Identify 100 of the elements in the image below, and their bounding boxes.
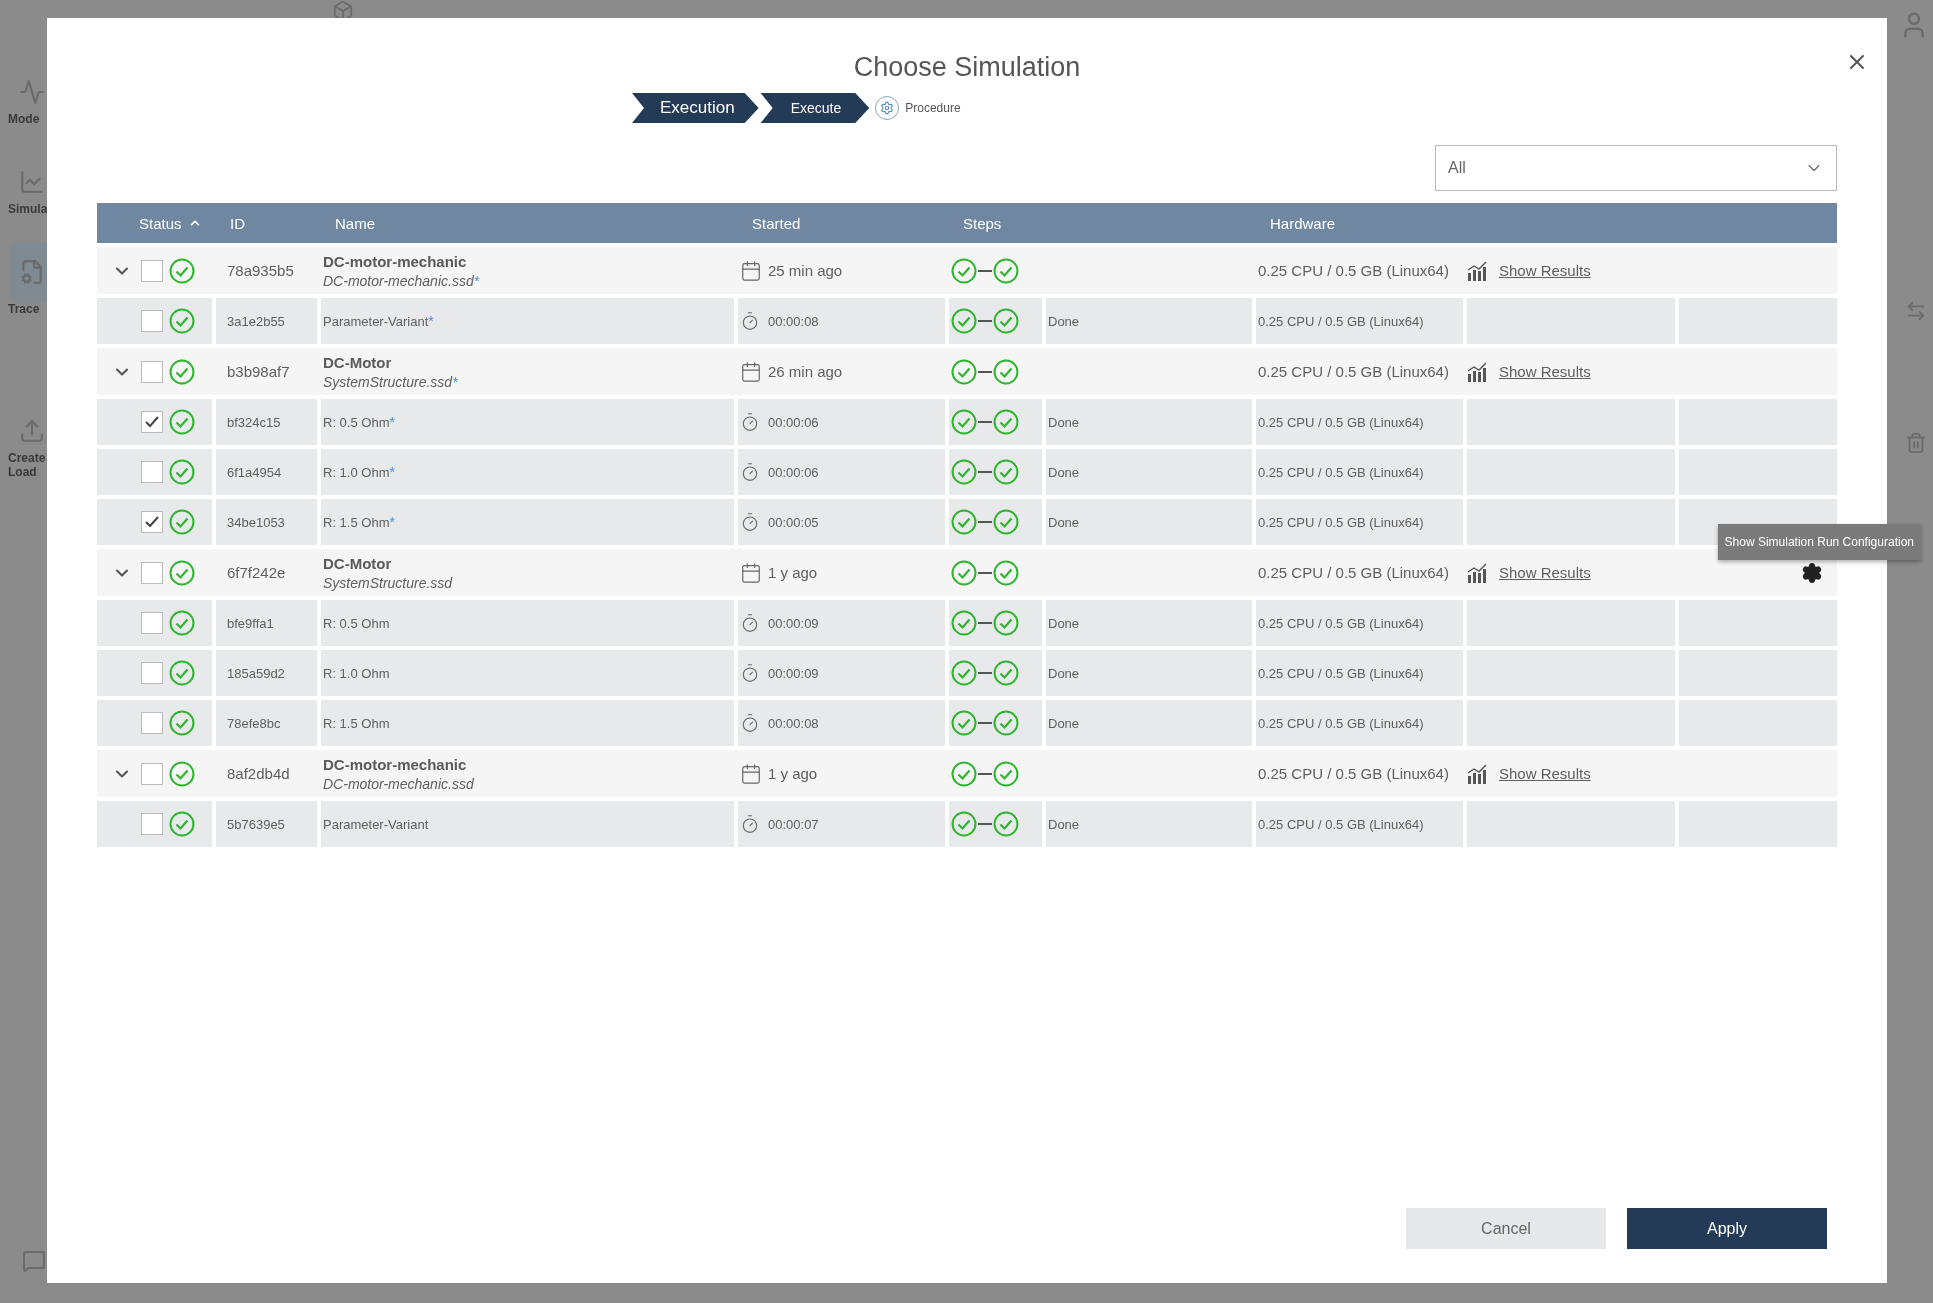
row-checkbox[interactable]: [141, 762, 163, 785]
id-cell: 3a1e2b55: [227, 313, 285, 329]
started-cell: 1 y ago: [768, 765, 818, 782]
started-cell: 1 y ago: [768, 564, 818, 581]
row-checkbox[interactable]: [141, 712, 163, 734]
apply-button[interactable]: Apply: [1627, 1208, 1827, 1249]
child-row[interactable]: 78efe8bc R: 1.5 Ohm 00:00:08 Done 0.25 CPU / 0.5 GB (Linux64): [97, 700, 1837, 746]
stopwatch-icon: [740, 814, 760, 834]
row-checkbox[interactable]: [141, 461, 163, 483]
row-checkbox[interactable]: [141, 662, 163, 684]
column-header[interactable]: Hardware: [1256, 214, 1837, 232]
child-row[interactable]: bf324c15 R: 0.5 Ohm* 00:00:06 Done 0.25 CPU / 0.5 GB (Linux64): [97, 399, 1837, 445]
name-cell: R: 1.0 Ohm: [323, 665, 390, 681]
hardware-cell: 0.25 CPU / 0.5 GB (Linux64): [1258, 414, 1424, 430]
stopwatch-icon: [740, 613, 760, 633]
group-row[interactable]: 8af2db4d DC-motor-mechanic DC-motor-mechanic.ssd 1 y ago 0.25 CPU / 0.5 GB (Linux64) Show Results: [97, 750, 1837, 797]
name-cell: Parameter-Variant*: [323, 313, 434, 329]
step-connector: [978, 722, 992, 724]
breadcrumb-step[interactable]: Procedure: [875, 96, 961, 120]
file-name: DC-motor-mechanic.ssd*: [323, 272, 480, 289]
step-connector: [978, 370, 992, 373]
row-checkbox[interactable]: [141, 259, 163, 282]
name-cell: R: 1.5 Ohm: [323, 715, 390, 731]
row-checkbox[interactable]: [141, 411, 163, 433]
row-checkbox[interactable]: [141, 813, 163, 835]
child-row[interactable]: bfe9ffa1 R: 0.5 Ohm 00:00:09 Done 0.25 CPU / 0.5 GB (Linux64): [97, 600, 1837, 646]
state-cell: Done: [1048, 464, 1080, 480]
column-header[interactable]: Status: [97, 214, 212, 232]
child-row[interactable]: 3a1e2b55 Parameter-Variant* 00:00:08 Done 0.25 CPU / 0.5 GB (Linux64): [97, 298, 1837, 344]
column-header[interactable]: Started: [738, 214, 945, 232]
row-checkbox[interactable]: [141, 511, 163, 533]
stopwatch-icon: [740, 713, 760, 733]
state-cell: Done: [1048, 665, 1080, 681]
column-header[interactable]: Name: [321, 214, 734, 232]
group-row[interactable]: 78a935b5 DC-motor-mechanic DC-motor-mechanic.ssd* 25 min ago 0.25 CPU / 0.5 GB (Linux64) Show Results: [97, 247, 1837, 294]
checkmark-icon: [145, 416, 159, 428]
settings-icon[interactable]: [1801, 561, 1823, 584]
step-connector: [978, 471, 992, 473]
step-connector: [978, 823, 992, 825]
name-cell: R: 0.5 Ohm*: [323, 414, 395, 430]
step-connector: [978, 521, 992, 523]
child-row[interactable]: 6f1a4954 R: 1.0 Ohm* 00:00:06 Done 0.25 CPU / 0.5 GB (Linux64): [97, 449, 1837, 495]
id-cell: 5b7639e5: [227, 816, 285, 832]
id-cell: bf324c15: [227, 414, 281, 430]
hardware-cell: 0.25 CPU / 0.5 GB (Linux64): [1258, 363, 1449, 380]
show-results-link[interactable]: Show Results: [1498, 262, 1591, 279]
show-results-link[interactable]: Show Results: [1498, 564, 1591, 581]
state-cell: Done: [1048, 615, 1080, 631]
show-results-link[interactable]: Show Results: [1498, 765, 1591, 782]
breadcrumb-step[interactable]: Execute: [760, 93, 870, 123]
show-results-link[interactable]: Show Results: [1498, 363, 1591, 380]
chart-icon[interactable]: [1466, 361, 1487, 382]
row-checkbox[interactable]: [141, 360, 163, 383]
step-connector: [978, 622, 992, 624]
hardware-cell: 0.25 CPU / 0.5 GB (Linux64): [1258, 262, 1449, 279]
hardware-cell: 0.25 CPU / 0.5 GB (Linux64): [1258, 313, 1424, 329]
id-cell: 185a59d2: [227, 665, 285, 681]
stopwatch-icon: [740, 462, 760, 482]
cancel-button[interactable]: Cancel: [1406, 1208, 1606, 1249]
state-cell: Done: [1048, 414, 1080, 430]
nav-label[interactable]: Trace: [0, 302, 40, 316]
id-cell: bfe9ffa1: [227, 615, 274, 631]
nav-label[interactable]: Simula: [0, 202, 48, 216]
name-cell: R: 1.0 Ohm*: [323, 464, 395, 480]
column-header[interactable]: ID: [216, 214, 317, 232]
duration-cell: 00:00:06: [768, 414, 819, 430]
hardware-cell: 0.25 CPU / 0.5 GB (Linux64): [1258, 816, 1424, 832]
state-cell: Done: [1048, 313, 1080, 329]
nav-label[interactable]: Create: [0, 451, 46, 465]
duration-cell: 00:00:06: [768, 464, 819, 480]
id-cell: 78efe8bc: [227, 715, 281, 731]
calendar-icon: [740, 259, 762, 282]
nav-label[interactable]: Mode: [0, 112, 40, 126]
chart-icon[interactable]: [1466, 260, 1487, 281]
row-checkbox[interactable]: [141, 612, 163, 634]
hardware-cell: 0.25 CPU / 0.5 GB (Linux64): [1258, 564, 1449, 581]
child-row[interactable]: 185a59d2 R: 1.0 Ohm 00:00:09 Done 0.25 CPU / 0.5 GB (Linux64): [97, 650, 1837, 696]
child-row[interactable]: 5b7639e5 Parameter-Variant 00:00:07 Done 0.25 CPU / 0.5 GB (Linux64): [97, 801, 1837, 847]
id-cell: 78a935b5: [227, 262, 294, 279]
row-checkbox[interactable]: [141, 310, 163, 332]
stopwatch-icon: [740, 412, 760, 432]
filter-dropdown[interactable]: All: [1435, 145, 1837, 191]
duration-cell: 00:00:08: [768, 313, 819, 329]
column-header[interactable]: Steps: [949, 214, 1252, 232]
started-cell: 26 min ago: [768, 363, 843, 380]
group-row[interactable]: b3b98af7 DC-Motor SystemStructure.ssd* 26 min ago 0.25 CPU / 0.5 GB (Linux64) Show Results: [97, 348, 1837, 395]
hardware-cell: 0.25 CPU / 0.5 GB (Linux64): [1258, 615, 1424, 631]
duration-cell: 00:00:08: [768, 715, 819, 731]
chart-icon[interactable]: [1466, 763, 1487, 784]
simulation-name: DC-Motor: [323, 353, 393, 371]
file-name: SystemStructure.ssd: [323, 574, 453, 591]
step-connector: [978, 672, 992, 674]
id-cell: 6f7f242e: [227, 564, 286, 581]
id-cell: b3b98af7: [227, 363, 290, 380]
row-checkbox[interactable]: [141, 561, 163, 584]
chart-icon[interactable]: [1466, 562, 1487, 583]
hardware-cell: 0.25 CPU / 0.5 GB (Linux64): [1258, 715, 1424, 731]
breadcrumb-step[interactable]: Execution: [632, 93, 759, 123]
nav-label[interactable]: Load: [0, 465, 37, 479]
simulation-name: DC-Motor: [323, 554, 393, 572]
